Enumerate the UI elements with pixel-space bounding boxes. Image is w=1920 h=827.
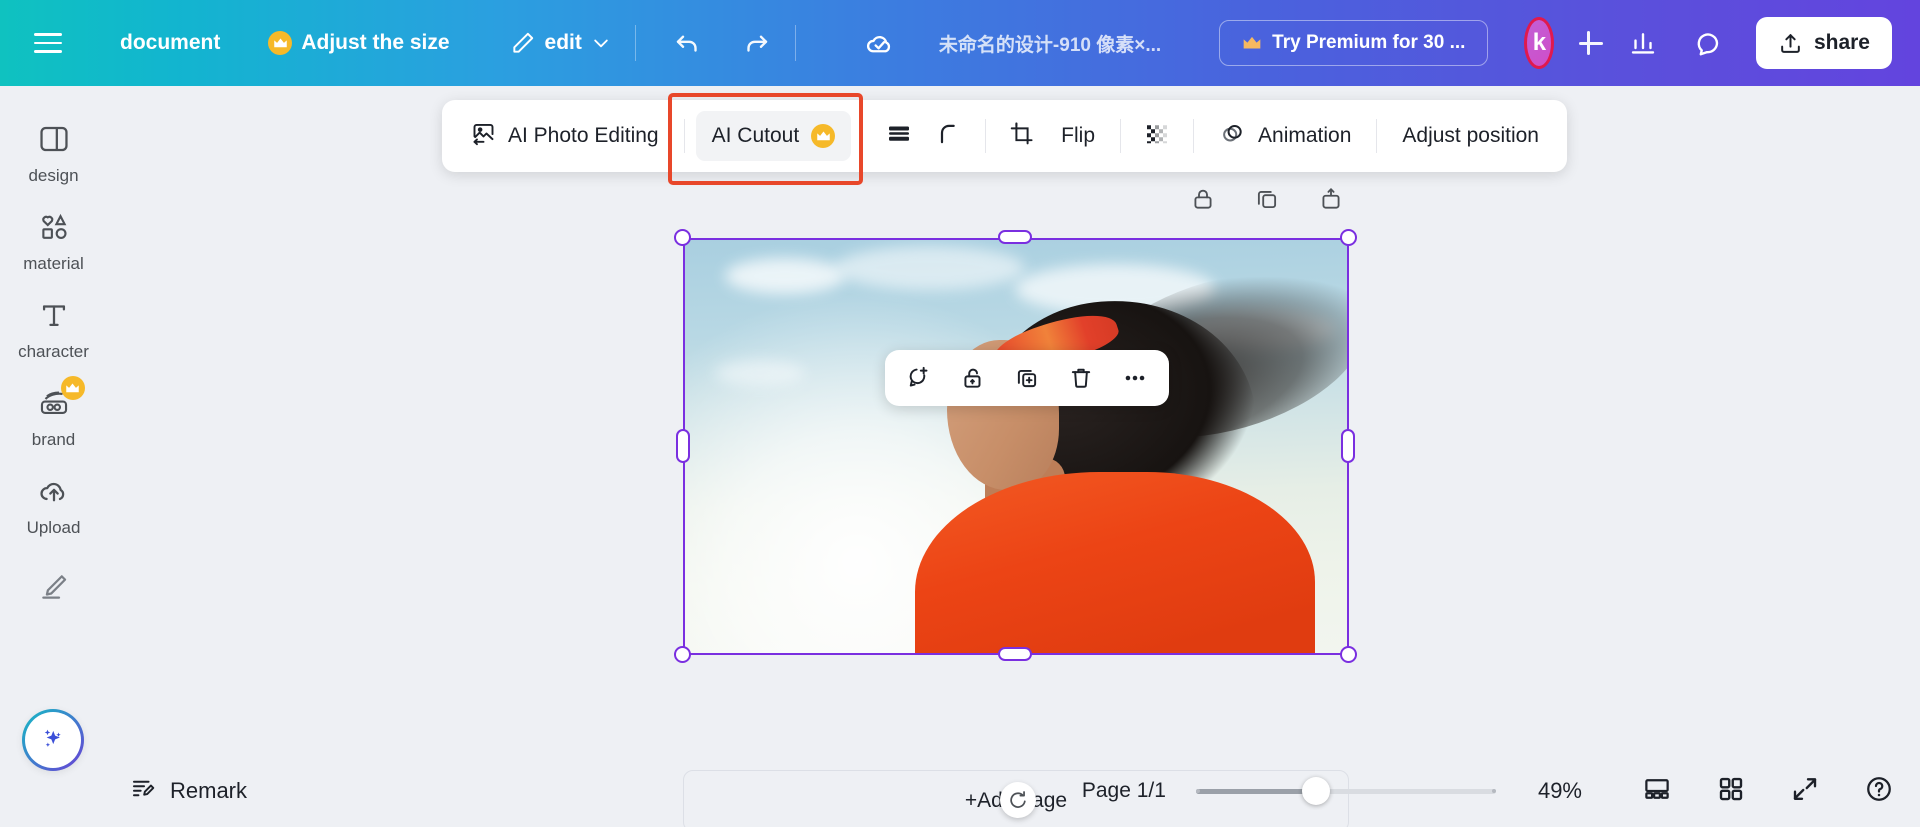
- toolbar-separator-3: [1120, 119, 1122, 153]
- edit-menu-button[interactable]: edit: [510, 30, 611, 56]
- toolbar-separator-5: [1376, 119, 1378, 153]
- image-context-toolbar: [885, 350, 1169, 406]
- try-premium-button[interactable]: Try Premium for 30 ...: [1219, 20, 1489, 66]
- selection-handle-middle-left[interactable]: [676, 429, 690, 463]
- crop-icon: [1008, 120, 1036, 153]
- help-icon[interactable]: [1864, 774, 1894, 809]
- page-indicator: Page 1/1: [1081, 779, 1166, 802]
- ai-photo-editing-button[interactable]: AI Photo Editing: [456, 111, 673, 161]
- remark-label: Remark: [170, 778, 248, 803]
- delete-trash-icon[interactable]: [1057, 356, 1105, 400]
- edit-menu-label: edit: [544, 31, 582, 54]
- duplicate-icon[interactable]: [1003, 356, 1051, 400]
- animation-label: Animation: [1258, 124, 1352, 147]
- cloud-shape: [835, 246, 1025, 290]
- design-filename[interactable]: 未命名的设计-910 像素×...: [939, 30, 1161, 57]
- adjust-size-button[interactable]: Adjust the size: [268, 31, 450, 55]
- undo-redo-group: [673, 28, 771, 58]
- share-label: share: [1813, 31, 1870, 54]
- selection-handle-bottom-right[interactable]: [1340, 646, 1357, 663]
- flip-button[interactable]: Flip: [1047, 111, 1109, 161]
- crown-icon: [811, 124, 836, 148]
- document-menu-label: document: [120, 31, 221, 54]
- adjust-position-button[interactable]: Adjust position: [1388, 111, 1553, 161]
- zoom-slider-max-dot: [1491, 789, 1496, 793]
- adjust-size-label: Adjust the size: [301, 31, 450, 54]
- selection-handle-bottom-center[interactable]: [998, 647, 1032, 661]
- image-edit-toolbar: AI Photo Editing AI Cutout Flip Animatio…: [442, 100, 1567, 172]
- crop-button[interactable]: [997, 111, 1047, 161]
- selection-handle-top-center[interactable]: [998, 230, 1032, 244]
- ai-photo-editing-label: AI Photo Editing: [508, 124, 659, 147]
- shirt-shape: [915, 472, 1315, 653]
- remark-button[interactable]: Remark: [130, 775, 247, 808]
- avatar[interactable]: k: [1524, 17, 1555, 69]
- corner-curve-icon: [935, 120, 963, 153]
- lock-icon[interactable]: [1190, 186, 1216, 217]
- canvas-image[interactable]: [683, 238, 1349, 655]
- cloud-shape: [715, 360, 805, 386]
- comment-add-icon[interactable]: [895, 356, 943, 400]
- selection-handle-top-right[interactable]: [1340, 229, 1357, 246]
- page-view-icon[interactable]: [1642, 774, 1672, 809]
- selection-handle-top-left[interactable]: [674, 229, 691, 246]
- grid-view-icon[interactable]: [1716, 774, 1746, 809]
- corner-radius-button[interactable]: [924, 111, 974, 161]
- canvas-area: +Add page: [0, 86, 1920, 827]
- notes-pen-icon: [130, 775, 157, 808]
- checkerboard-transparency-icon: [1142, 119, 1172, 154]
- zoom-slider-min-dot: [1195, 789, 1200, 793]
- ai-cutout-button[interactable]: AI Cutout: [695, 111, 852, 161]
- redo-icon[interactable]: [741, 28, 771, 58]
- ai-cutout-label: AI Cutout: [711, 124, 800, 147]
- toolbar-separator-2: [985, 119, 987, 153]
- toolbar-divider-2: [795, 25, 796, 61]
- hamburger-menu-icon[interactable]: [34, 26, 62, 60]
- zoom-slider[interactable]: [1195, 777, 1496, 805]
- avatar-initial: k: [1532, 29, 1547, 56]
- transparency-button[interactable]: [1132, 111, 1182, 161]
- crown-icon: [268, 31, 293, 55]
- crown-icon-premium: [1242, 35, 1262, 52]
- canva-editor-window: document Adjust the size edit 未命名的设计-910…: [0, 0, 1920, 827]
- toolbar-divider: [634, 25, 636, 61]
- fullscreen-icon[interactable]: [1790, 774, 1820, 809]
- add-page-icon[interactable]: [1318, 186, 1344, 217]
- pencil-icon: [510, 30, 536, 56]
- animation-circles-icon: [1219, 119, 1247, 153]
- top-right-icon-group: [1628, 28, 1722, 58]
- flip-label: Flip: [1061, 124, 1096, 147]
- chat-bubble-icon[interactable]: [1692, 28, 1722, 58]
- undo-icon[interactable]: [673, 28, 703, 58]
- duplicate-page-icon[interactable]: [1254, 186, 1280, 217]
- add-collaborator-icon[interactable]: [1576, 28, 1603, 58]
- bar-chart-icon[interactable]: [1628, 28, 1658, 58]
- zoom-slider-knob[interactable]: [1301, 777, 1330, 805]
- selection-handle-middle-right[interactable]: [1341, 429, 1355, 463]
- chevron-down-icon: [591, 33, 611, 53]
- zoom-slider-fill: [1195, 788, 1316, 794]
- unlock-icon[interactable]: [949, 356, 997, 400]
- share-button[interactable]: share: [1755, 17, 1892, 69]
- bottom-bar: Remark Page 1/1 49%: [0, 755, 1920, 827]
- selection-handle-bottom-left[interactable]: [674, 646, 691, 663]
- animation-button[interactable]: Animation: [1205, 111, 1365, 161]
- share-upload-icon: [1778, 31, 1803, 56]
- bottom-icon-group: [1642, 774, 1894, 809]
- top-bar: document Adjust the size edit 未命名的设计-910…: [0, 0, 1920, 86]
- cloud-check-icon[interactable]: [864, 28, 895, 59]
- document-menu-button[interactable]: document: [120, 31, 220, 55]
- zoom-value: 49%: [1537, 778, 1582, 803]
- layers-button[interactable]: [874, 111, 924, 161]
- more-options-icon[interactable]: [1111, 356, 1159, 400]
- toolbar-separator: [683, 119, 685, 153]
- toolbar-separator-4: [1193, 119, 1195, 153]
- try-premium-label: Try Premium for 30 ...: [1272, 32, 1466, 53]
- stack-lines-icon: [884, 119, 914, 154]
- cloud-shape: [725, 258, 845, 294]
- image-edit-icon: [470, 120, 497, 153]
- adjust-position-label: Adjust position: [1402, 124, 1539, 147]
- page-header-icon-group: [1190, 186, 1344, 217]
- bottom-right-controls: Page 1/1 49%: [1082, 774, 1920, 809]
